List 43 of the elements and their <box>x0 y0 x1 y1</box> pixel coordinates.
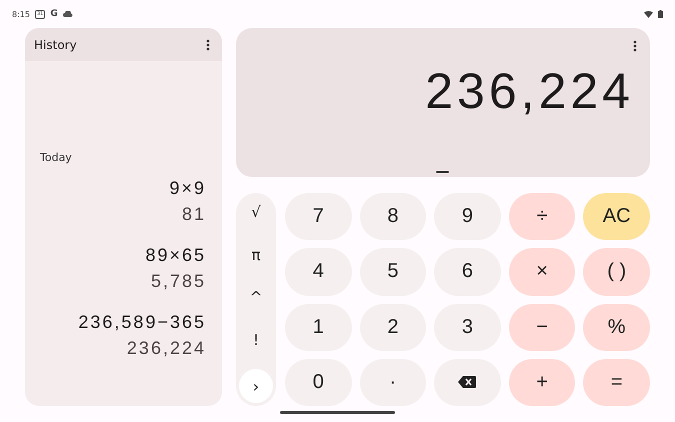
history-result[interactable]: 236,224 <box>126 338 206 359</box>
backspace-button[interactable] <box>434 358 501 406</box>
expand-button[interactable]: › <box>239 369 273 403</box>
operator-key[interactable]: % <box>583 304 650 351</box>
digit-key[interactable]: · <box>360 358 426 406</box>
digit-key[interactable]: 8 <box>360 193 426 240</box>
history-result[interactable]: 5,785 <box>150 271 206 292</box>
operator-key[interactable]: ( ) <box>583 248 650 296</box>
clear-button[interactable]: AC <box>583 193 650 240</box>
more-icon[interactable] <box>633 40 637 52</box>
function-key[interactable]: π <box>243 242 269 268</box>
history-expression[interactable]: 236,589−365 <box>78 312 206 333</box>
digit-key[interactable]: 1 <box>285 304 352 351</box>
digit-key[interactable]: 3 <box>434 304 501 351</box>
digit-key[interactable]: 6 <box>434 248 501 296</box>
function-key[interactable]: ^ <box>242 284 270 310</box>
digit-key[interactable]: 2 <box>360 304 426 351</box>
digit-key[interactable]: 7 <box>285 193 352 240</box>
digit-key[interactable]: 4 <box>285 248 352 296</box>
operator-key[interactable]: − <box>508 304 576 351</box>
battery-icon <box>658 10 663 18</box>
drag-handle[interactable] <box>436 171 449 173</box>
history-result[interactable]: 81 <box>182 204 206 225</box>
digit-key[interactable]: 5 <box>360 248 426 296</box>
app-icon: G <box>50 9 58 19</box>
function-key[interactable]: ! <box>244 326 267 352</box>
status-time: 8:15 <box>12 10 30 18</box>
cloud-icon <box>62 11 73 17</box>
function-key[interactable]: √ <box>243 199 269 225</box>
history-expression[interactable]: 9×9 <box>169 178 206 199</box>
operator-key[interactable]: + <box>508 358 576 406</box>
more-icon[interactable] <box>206 38 210 50</box>
backspace-icon <box>458 376 476 388</box>
operator-key[interactable]: ÷ <box>508 193 576 240</box>
history-title: History <box>34 38 77 52</box>
operator-key[interactable]: × <box>508 248 576 296</box>
operator-key[interactable]: = <box>583 358 650 406</box>
display-value: 236,224 <box>425 62 634 120</box>
section-label: Today <box>40 151 73 164</box>
digit-key[interactable]: 9 <box>434 193 501 240</box>
wifi-icon <box>644 10 653 18</box>
history-expression[interactable]: 89×65 <box>145 245 206 266</box>
digit-key[interactable]: 0 <box>285 358 352 406</box>
